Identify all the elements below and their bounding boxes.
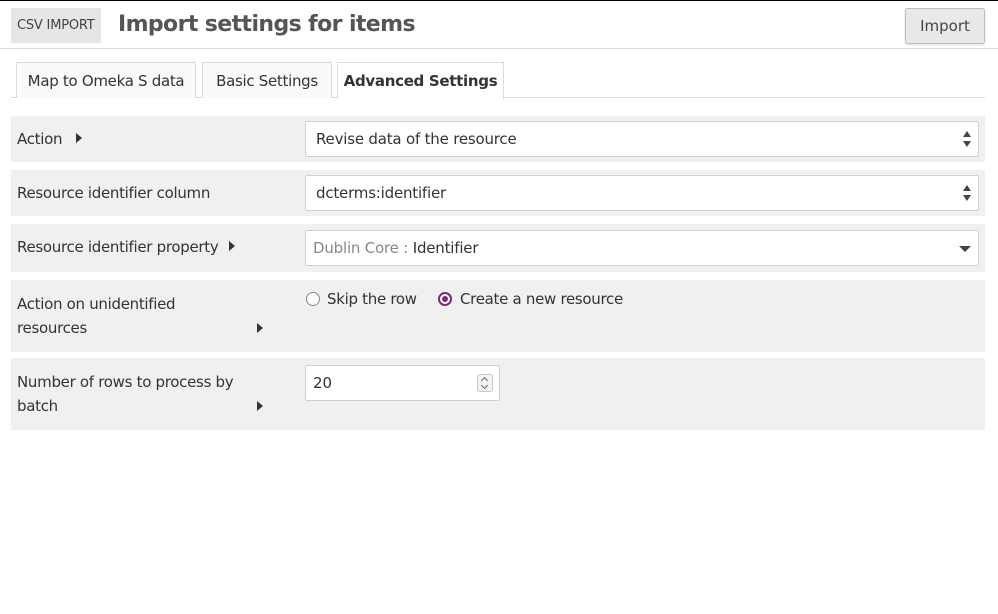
field-row-action: Action Revise data of the resource [11,116,985,162]
action-label: Action [17,130,63,148]
identifier-column-label: Resource identifier column [17,184,211,202]
tab-basic-settings[interactable]: Basic Settings [202,62,332,98]
identifier-property-value: Identifier [412,239,479,257]
expand-caret-icon[interactable] [229,241,235,251]
field-row-identifier-property: Resource identifier property Dublin Core… [11,224,985,272]
tab-advanced-settings[interactable]: Advanced Settings [337,62,504,99]
batch-size-input[interactable]: 20 [305,365,500,401]
settings-tabs: Map to Omeka S data Basic Settings Advan… [11,62,985,99]
select-arrows-icon [963,185,972,202]
field-row-identifier-column: Resource identifier column dcterms:ident… [11,170,985,216]
chevron-down-icon [959,246,971,252]
section-tag: CSV IMPORT [11,8,101,43]
action-select[interactable]: Revise data of the resource [305,121,979,157]
identifier-property-label: Resource identifier property [17,238,219,256]
identifier-property-select[interactable]: Dublin Core : Identifier [305,230,979,266]
field-row-unidentified: Action on unidentified resources Skip th… [11,280,985,352]
identifier-property-vocab: Dublin Core : [313,239,409,257]
field-row-batch: Number of rows to process by batch 20 [11,358,985,430]
tab-map-to-omeka[interactable]: Map to Omeka S data [16,62,196,98]
number-spinner-icon[interactable] [477,374,493,392]
identifier-column-select[interactable]: dcterms:identifier [305,175,979,211]
batch-label-line1: Number of rows to process by [17,373,234,391]
unidentified-label-line2: resources [17,319,87,337]
identifier-column-value: dcterms:identifier [316,184,446,202]
page-title: Import settings for items [118,12,416,37]
expand-caret-icon[interactable] [76,133,82,143]
expand-caret-icon[interactable] [257,401,263,411]
radio-skip-row[interactable] [306,292,320,306]
batch-size-value: 20 [313,374,333,392]
batch-label-line2: batch [17,397,58,415]
page-header: CSV IMPORT Import settings for items Imp… [0,1,998,49]
expand-caret-icon[interactable] [257,323,263,333]
unidentified-label-line1: Action on unidentified [17,295,176,313]
action-select-value: Revise data of the resource [316,130,517,148]
radio-create-resource[interactable] [438,292,452,306]
select-arrows-icon [963,131,972,148]
create-resource-label[interactable]: Create a new resource [460,287,623,311]
skip-row-label[interactable]: Skip the row [327,287,417,311]
import-button[interactable]: Import [905,8,985,44]
